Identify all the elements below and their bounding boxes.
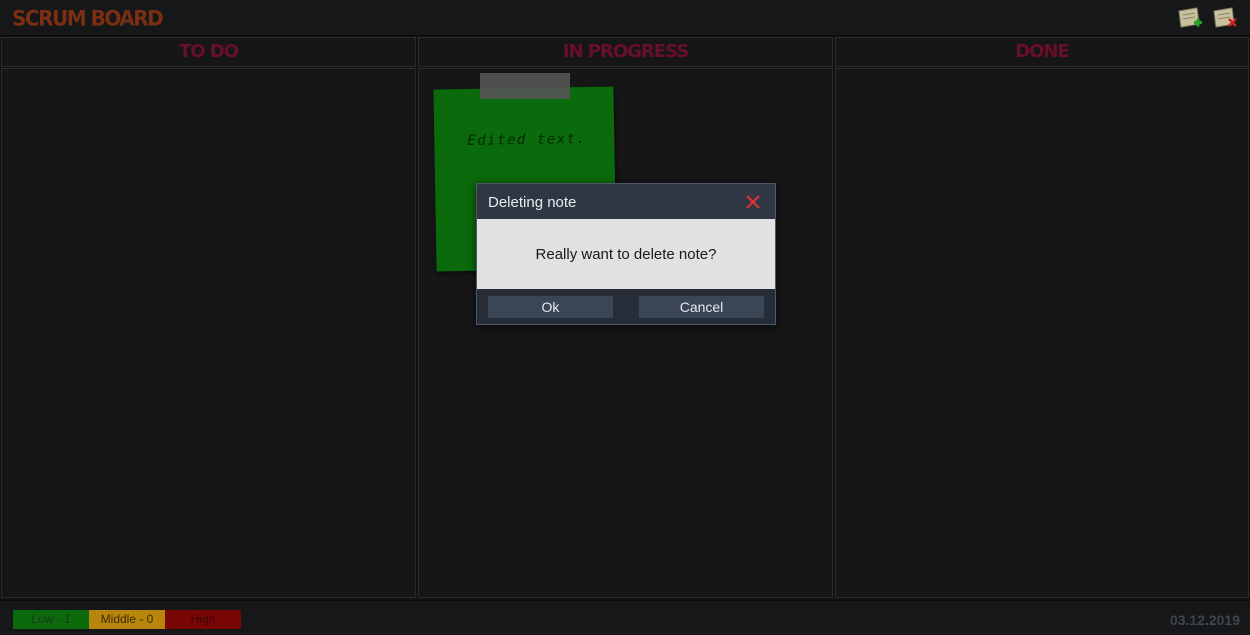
status-bar: Low - 1 Middle - 0 High 03.12.2019 xyxy=(0,600,1250,635)
column-done[interactable] xyxy=(835,68,1249,598)
dialog-header: Deleting note xyxy=(477,184,775,219)
ok-button[interactable]: Ok xyxy=(488,296,613,318)
priority-low-badge: Low - 1 xyxy=(13,610,89,629)
dialog-footer: Ok Cancel xyxy=(477,289,775,324)
dialog-title: Deleting note xyxy=(488,194,577,211)
priority-middle-badge: Middle - 0 xyxy=(89,610,165,629)
column-header-todo: TO DO xyxy=(1,37,416,67)
dialog-body: Really want to delete note? xyxy=(477,219,775,289)
top-bar: SCRUM BOARD xyxy=(0,0,1250,36)
current-date: 03.12.2019 xyxy=(1169,612,1240,628)
priority-high-badge: High xyxy=(165,610,241,629)
sticky-note-tape xyxy=(480,73,570,99)
cancel-button[interactable]: Cancel xyxy=(639,296,764,318)
column-header-in-progress: IN PROGRESS xyxy=(418,37,833,67)
add-note-icon[interactable] xyxy=(1177,6,1203,30)
close-icon[interactable] xyxy=(744,193,762,211)
app-title: SCRUM BOARD xyxy=(12,5,164,31)
column-header-done: DONE xyxy=(835,37,1249,67)
remove-note-icon[interactable] xyxy=(1212,6,1238,30)
sticky-note-text: Edited text. xyxy=(467,130,587,149)
delete-note-dialog: Deleting note Really want to delete note… xyxy=(476,183,776,325)
dialog-message: Really want to delete note? xyxy=(535,246,717,263)
column-todo[interactable] xyxy=(1,68,416,598)
